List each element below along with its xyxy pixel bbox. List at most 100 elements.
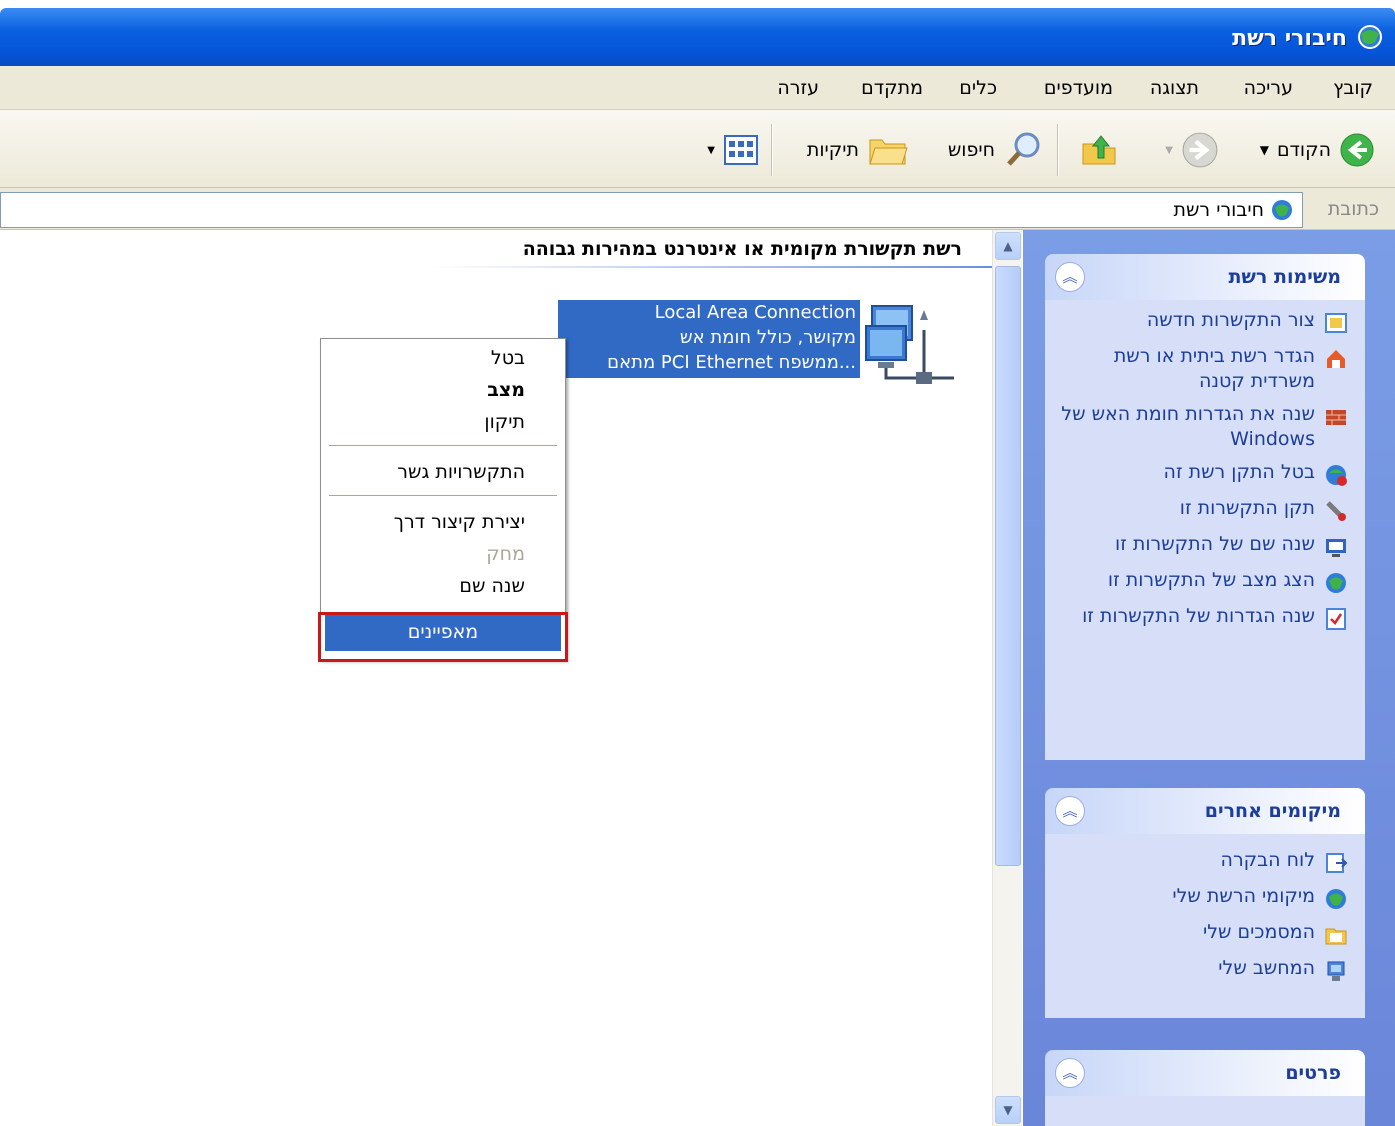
toolbar: הקודם ▼ ▼ חיפוש (0, 110, 1395, 188)
control-panel-icon (1323, 850, 1349, 876)
search-button[interactable]: חיפוש (948, 128, 1043, 172)
search-label: חיפוש (948, 139, 995, 161)
lan-connection-icon (864, 300, 960, 388)
my-computer-icon (1323, 958, 1349, 984)
menu-edit[interactable]: עריכה (1244, 77, 1293, 99)
task-create-connection[interactable]: צור התקשרות חדשה (1053, 308, 1349, 336)
toolbar-separator (771, 124, 773, 176)
task-repair-connection[interactable]: תקן התקשרות זו (1053, 496, 1349, 524)
menu-help[interactable]: עזרה (777, 77, 819, 99)
collapse-chevron-icon[interactable]: ︽ (1055, 1058, 1085, 1088)
chevron-down-icon[interactable]: ▼ (707, 145, 715, 156)
back-arrow-icon (1339, 132, 1375, 168)
back-label: הקודם (1277, 139, 1331, 161)
title-bar[interactable]: חיבורי רשת (0, 8, 1395, 66)
details-header[interactable]: פרטים ︽ (1045, 1050, 1365, 1096)
menu-view[interactable]: תצוגה (1150, 77, 1199, 99)
folders-icon (867, 130, 909, 170)
network-tasks-list: צור התקשרות חדשה הגדר רשת ביתית או רשת מ… (1045, 300, 1365, 760)
repair-wrench-icon (1323, 498, 1349, 524)
place-control-panel[interactable]: לוח הבקרה (1053, 848, 1349, 876)
new-connection-icon (1323, 310, 1349, 336)
connection-name: Local Area Connection (558, 300, 856, 325)
menu-file[interactable]: קובץ (1333, 77, 1373, 99)
menu-advanced[interactable]: מתקדם (861, 77, 923, 99)
search-icon (1003, 130, 1043, 170)
vertical-scrollbar[interactable]: ▲ ▼ (992, 230, 1022, 1126)
home-network-icon (1323, 346, 1349, 372)
views-icon (723, 133, 759, 167)
connection-label-block: Local Area Connection מקושר, כולל חומת א… (558, 300, 860, 378)
network-tasks-panel: משימות רשת ︽ צור התקשרות חדשה הגדר רשת ב… (1045, 254, 1365, 760)
disable-network-icon (1323, 462, 1349, 488)
task-pane: משימות רשת ︽ צור התקשרות חדשה הגדר רשת ב… (1023, 230, 1395, 1126)
back-button[interactable]: הקודם ▼ (1260, 128, 1375, 172)
other-places-panel: מיקומים אחרים ︽ לוח הבקרה מיקומי הרשת של… (1045, 788, 1365, 1018)
menu-separator (329, 445, 557, 447)
details-title: פרטים (1285, 1062, 1341, 1084)
menu-item-status[interactable]: מצב (487, 379, 525, 401)
window-title: חיבורי רשת (1232, 26, 1347, 51)
menu-item-repair[interactable]: תיקון (484, 411, 525, 433)
task-rename-connection[interactable]: שנה שם של התקשרות זו (1053, 532, 1349, 560)
status-globe-icon (1323, 570, 1349, 596)
toolbar-separator (1057, 124, 1059, 176)
menu-item-bridge-connections[interactable]: התקשרויות גשר (397, 461, 525, 483)
menu-bar: קובץ עריכה תצוגה מועדפים כלים מתקדם עזרה (0, 66, 1395, 110)
my-network-icon (1323, 886, 1349, 912)
chevron-down-icon[interactable]: ▼ (1260, 143, 1269, 157)
other-places-list: לוח הבקרה מיקומי הרשת שלי המסמכים שלי המ… (1045, 834, 1365, 1018)
collapse-chevron-icon[interactable]: ︽ (1055, 262, 1085, 292)
menu-item-create-shortcut[interactable]: יצירת קיצור דרך (394, 511, 525, 533)
forward-button[interactable]: ▼ (1165, 128, 1219, 172)
connection-device: ...ממשפח PCI Ethernet מתאם (558, 350, 856, 375)
network-tasks-title: משימות רשת (1229, 266, 1341, 288)
folders-button[interactable]: תיקיות (807, 128, 909, 172)
place-my-documents[interactable]: המסמכים שלי (1053, 920, 1349, 948)
network-connections-icon (1353, 22, 1387, 52)
chevron-down-icon: ▼ (1165, 145, 1173, 156)
address-field[interactable]: חיבורי רשת (0, 192, 1303, 228)
scroll-down-button[interactable]: ▼ (995, 1096, 1021, 1124)
menu-favorites[interactable]: מועדפים (1044, 77, 1113, 99)
scroll-thumb[interactable] (995, 266, 1021, 866)
group-header: רשת תקשורת מקומית או אינטרנט במהירות גבו… (523, 238, 962, 260)
address-bar: כתובת חיבורי רשת (0, 188, 1395, 230)
network-connections-icon (1270, 198, 1294, 222)
highlight-box (318, 612, 568, 662)
place-my-computer[interactable]: המחשב שלי (1053, 956, 1349, 984)
menu-item-disable[interactable]: בטל (491, 347, 525, 369)
task-setup-home-network[interactable]: הגדר רשת ביתית או רשת משרדית קטנה (1053, 344, 1349, 394)
rename-icon (1323, 534, 1349, 560)
details-body (1045, 1096, 1365, 1126)
connection-status: מקושר, כולל חומת אש (558, 325, 856, 350)
task-firewall-settings[interactable]: שנה את הגדרות חומת האש של Windows (1053, 402, 1349, 452)
scroll-up-button[interactable]: ▲ (995, 232, 1021, 260)
up-folder-icon (1079, 130, 1119, 170)
task-view-status[interactable]: הצג מצב של התקשרות זו (1053, 568, 1349, 596)
firewall-icon (1323, 404, 1349, 430)
forward-arrow-icon (1181, 131, 1219, 169)
network-tasks-header[interactable]: משימות רשת ︽ (1045, 254, 1365, 300)
details-panel: פרטים ︽ (1045, 1050, 1365, 1126)
menu-tools[interactable]: כלים (959, 77, 997, 99)
views-button[interactable]: ▼ (707, 128, 759, 172)
address-value: חיבורי רשת (1173, 199, 1264, 221)
menu-item-delete: מחק (486, 543, 525, 565)
task-change-settings[interactable]: שנה הגדרות של התקשרות זו (1053, 604, 1349, 632)
up-folder-button[interactable] (1079, 128, 1119, 172)
group-divider (432, 266, 992, 268)
place-my-network[interactable]: מיקומי הרשת שלי (1053, 884, 1349, 912)
settings-check-icon (1323, 606, 1349, 632)
local-area-connection-item[interactable]: Local Area Connection מקושר, כולל חומת א… (558, 300, 958, 382)
other-places-header[interactable]: מיקומים אחרים ︽ (1045, 788, 1365, 834)
my-documents-icon (1323, 922, 1349, 948)
menu-separator (329, 495, 557, 497)
address-label: כתובת (1328, 198, 1379, 220)
network-connections-window: חיבורי רשת קובץ עריכה תצוגה מועדפים כלים… (0, 0, 1395, 1126)
other-places-title: מיקומים אחרים (1205, 800, 1341, 822)
collapse-chevron-icon[interactable]: ︽ (1055, 796, 1085, 826)
task-disable-device[interactable]: בטל התקן רשת זה (1053, 460, 1349, 488)
folders-label: תיקיות (807, 139, 859, 161)
menu-item-rename[interactable]: שנה שם (459, 575, 525, 597)
